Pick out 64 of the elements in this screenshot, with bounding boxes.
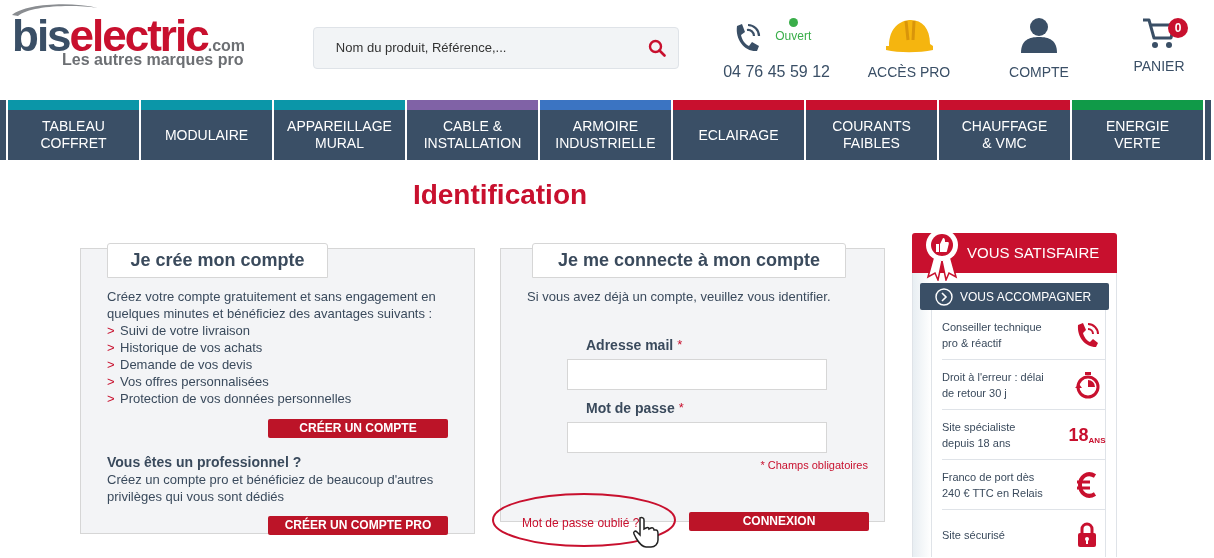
pro-text: Créez un compte pro et bénéficiez de beaucoup d'autres privilèges qui vous sont dédiés: [107, 471, 435, 505]
required-note: * Champs obligatoires: [760, 458, 868, 473]
category-tab[interactable]: ARMOIRE INDUSTRIELLE: [540, 100, 671, 160]
field-label: Mot de passe: [586, 399, 675, 418]
bullet-marker: >: [107, 356, 116, 373]
arrow-circle-icon: [935, 287, 953, 306]
benefit-text: Vos offres personnalisées: [120, 373, 269, 390]
cart-count-badge: 0: [1168, 18, 1188, 38]
benefit-text: Protection de vos données personnelles: [120, 390, 352, 407]
benefit-text: Historique de vos achats: [120, 339, 263, 356]
category-tab[interactable]: COURANTS FAIBLES: [806, 100, 937, 160]
category-tab[interactable]: CABLE & INSTALLATION: [407, 100, 538, 160]
sidebar-subheader[interactable]: VOUS ACCOMPAGNER: [920, 283, 1109, 310]
search-icon: [648, 39, 667, 57]
header-link[interactable]: PANIER 0: [1104, 16, 1214, 83]
category-tab[interactable]: MODULAIRE: [141, 100, 272, 160]
pro-heading: Vous êtes un professionnel ?: [107, 454, 303, 471]
page-title: Identification: [411, 178, 589, 212]
input-field[interactable]: [567, 422, 827, 453]
panel-title: Je crée mon compte: [107, 243, 328, 278]
bullet-marker: >: [107, 339, 116, 356]
euro-icon: [1076, 470, 1098, 499]
phone-icon: [1075, 321, 1099, 348]
create-account-button[interactable]: CRÉER UN COMPTE: [268, 419, 448, 438]
logo-text: .com: [207, 37, 246, 54]
years-unit: ANS: [1088, 435, 1106, 447]
login-button[interactable]: CONNEXION: [689, 512, 869, 531]
benefit-text: Suivi de votre livraison: [120, 322, 251, 339]
feature-text: Site sécurisé: [942, 527, 1006, 543]
category-tab[interactable]: TABLEAU COFFRET: [8, 100, 139, 160]
intro-text: Créez votre compte gratuitement et sans engagement en quelques minutes et bénéficiez des avantages suivants :: [107, 288, 437, 322]
search-bar[interactable]: Nom du produit, Référence,...: [312, 27, 680, 69]
header-link[interactable]: COMPTE: [974, 16, 1104, 83]
stopwatch-icon: [1074, 370, 1100, 399]
bullet-marker: >: [107, 390, 116, 407]
forgot-password-link[interactable]: Mot de passe oublié ?: [522, 515, 640, 530]
header-link[interactable]: ACCÈS PRO: [844, 16, 974, 83]
feature-text: Conseiller technique pro & réactif: [942, 319, 1043, 351]
bullet-marker: >: [107, 373, 116, 390]
status-text: Ouvert: [775, 28, 812, 45]
category-tab[interactable]: ENERGIE VERTE: [1072, 100, 1203, 160]
category-tab[interactable]: APPAREILLAGE MURAL: [274, 100, 405, 160]
create-pro-account-button[interactable]: CRÉER UN COMPTE PRO: [268, 516, 448, 535]
input-field[interactable]: [567, 359, 827, 390]
category-tab[interactable]: ECLAIRAGE: [673, 100, 804, 160]
benefit-text: Demande de vos devis: [120, 356, 253, 373]
feature-text: Droit à l'erreur : délai de retour 30 j: [942, 369, 1045, 401]
search-field[interactable]: Nom du produit, Référence,...: [333, 37, 649, 59]
person-icon: [1019, 16, 1059, 54]
phone-number: 04 76 45 59 12: [723, 62, 831, 82]
category-tab[interactable]: CHAUFFAGE & VMC: [939, 100, 1070, 160]
intro-text: Si vous avez déjà un compte, veuillez vous identifier.: [527, 288, 832, 305]
panel-title: Je me connecte à mon compte: [532, 243, 846, 278]
required-mark: *: [677, 336, 683, 354]
subheader-text: VOUS ACCOMPAGNER: [960, 288, 1092, 306]
feature-text: Site spécialiste depuis 18 ans: [942, 419, 1017, 451]
cart-icon: [1142, 16, 1176, 50]
years-number: 18: [1068, 426, 1089, 443]
feature-text: Franco de port dès 240 € TTC en Relais: [942, 469, 1044, 501]
sidebar-title: VOUS SATISFAIRE: [967, 242, 1100, 263]
field-label: Adresse mail: [586, 336, 674, 355]
padlock-icon: [1077, 521, 1097, 548]
bullet-marker: >: [107, 322, 116, 339]
required-mark: *: [678, 399, 684, 417]
